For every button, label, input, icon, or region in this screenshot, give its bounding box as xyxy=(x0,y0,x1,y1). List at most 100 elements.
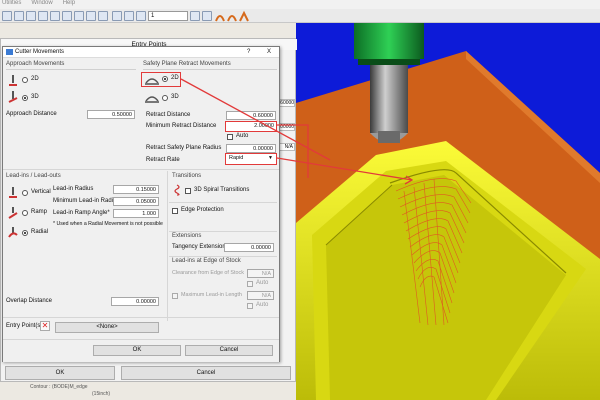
leadin-radius-input[interactable]: 0.15000 xyxy=(113,185,159,194)
overlap-distance-label: Overlap Distance xyxy=(6,298,53,304)
toolbar-button-4[interactable] xyxy=(38,11,48,21)
entry-points-cancel-button[interactable]: Cancel xyxy=(121,366,291,380)
toolbar-combo[interactable]: 1 xyxy=(148,11,188,21)
approach-distance-label: Approach Distance xyxy=(6,111,57,117)
retract-rate-value: Rapid xyxy=(229,155,244,161)
spiral-transitions-checkbox[interactable] xyxy=(185,188,191,194)
retract-distance-label: Retract Distance xyxy=(146,112,191,118)
leadin-note: * Used when a Radial Movement is not pos… xyxy=(53,221,163,227)
ramp-angle-input[interactable]: 1.000 xyxy=(113,209,159,218)
lead-radial-radio[interactable] xyxy=(22,230,28,236)
menu-window[interactable]: Window xyxy=(31,0,52,9)
retract-radius-input[interactable]: 0.00000 xyxy=(226,144,276,153)
clearance-auto-checkbox xyxy=(247,281,253,287)
extensions-group-title: Extensions xyxy=(172,233,202,239)
approach-2d-radio[interactable] xyxy=(22,77,28,83)
overlap-distance-input[interactable]: 0.00000 xyxy=(111,297,159,306)
retract-rate-label: Retract Rate xyxy=(146,157,180,163)
status-line-2: (15inch) xyxy=(92,391,111,397)
clearance-auto-label: Auto xyxy=(256,280,269,286)
retract-distance-input[interactable]: 0.60000 xyxy=(226,111,276,120)
retract-2d-icon xyxy=(145,78,159,85)
help-icon[interactable]: ? xyxy=(247,49,250,55)
lead-ramp-radio[interactable] xyxy=(22,210,28,216)
clear-entry-icon[interactable]: ✕ xyxy=(40,321,50,331)
max-leadin-label: Maximum Lead-in Length xyxy=(181,292,242,298)
part-render xyxy=(296,23,600,400)
clearance-input: N/A xyxy=(247,269,274,278)
edge-stock-group-title: Lead-ins at Edge of Stock xyxy=(172,258,241,264)
approach-2d-label: 2D xyxy=(31,76,39,82)
lead-vertical-radio[interactable] xyxy=(22,190,28,196)
safety-3d-radio[interactable] xyxy=(162,95,168,101)
divider xyxy=(169,202,277,203)
tool-shape-icons[interactable] xyxy=(214,10,258,22)
toolbar-button-9[interactable] xyxy=(98,11,108,21)
lead-radial-label: Radial xyxy=(31,229,49,235)
clearance-label: Clearance from Edge of Stock xyxy=(172,270,244,276)
column-divider xyxy=(167,171,168,321)
toolbar-button-2[interactable] xyxy=(14,11,24,21)
ok-button[interactable]: OK xyxy=(93,345,181,356)
toolbar-button-7[interactable] xyxy=(74,11,84,21)
menu-help[interactable]: Help xyxy=(63,0,75,9)
leadin-radius-label: Lead-in Radius xyxy=(53,186,94,192)
toolbar-button-10[interactable] xyxy=(112,11,122,21)
min-retract-auto-checkbox[interactable] xyxy=(227,134,233,140)
lead-ramp-icon xyxy=(8,207,18,219)
divider xyxy=(169,256,277,257)
edge-protection-label: Edge Protection xyxy=(181,207,224,213)
menu-utilities[interactable]: Utilities xyxy=(2,0,21,9)
approach-3d-icon xyxy=(8,91,18,103)
lead-vertical-label: Vertical xyxy=(31,189,51,195)
toolbar-button-11[interactable] xyxy=(124,11,134,21)
approach-group-title: Approach Movements xyxy=(6,61,65,67)
max-leadin-input: N/A xyxy=(247,291,274,300)
app-icon xyxy=(6,49,13,55)
toolbar-button-6[interactable] xyxy=(62,11,72,21)
safety-2d-radio[interactable] xyxy=(162,76,168,82)
retract-3d-icon xyxy=(145,96,159,103)
approach-2d-icon xyxy=(9,75,17,86)
status-line-1: Contour : (BODE)M_edge xyxy=(30,384,88,390)
close-icon[interactable]: X xyxy=(267,49,271,55)
toolbar-dropdown-2[interactable] xyxy=(202,11,212,21)
cancel-button[interactable]: Cancel xyxy=(185,345,273,356)
chevron-down-icon: ▼ xyxy=(268,155,273,161)
edge-protection-checkbox[interactable] xyxy=(172,208,178,214)
toolbar: 1 xyxy=(0,9,600,23)
cutter-movements-dialog: Cutter Movements ? X Approach Movements … xyxy=(2,46,280,362)
safety-2d-label: 2D xyxy=(171,75,179,81)
ramp-angle-label: Lead-in Ramp Angle* xyxy=(53,210,110,216)
min-leadin-radius-label: Minimum Lead-in Radius xyxy=(53,198,120,204)
retract-rate-select[interactable]: Rapid ▼ xyxy=(225,153,277,165)
dialog-title: Cutter Movements xyxy=(15,49,65,55)
3d-viewport[interactable] xyxy=(296,23,600,400)
toolbar-button-1[interactable] xyxy=(2,11,12,21)
spiral-icon xyxy=(174,184,180,196)
toolbar-dropdown-1[interactable] xyxy=(190,11,200,21)
entry-points-button[interactable]: <None> xyxy=(55,322,159,333)
max-leadin-auto-checkbox xyxy=(247,303,253,309)
max-leadin-checkbox xyxy=(172,293,178,299)
approach-3d-radio[interactable] xyxy=(22,95,28,101)
min-retract-auto-label: Auto xyxy=(236,133,249,139)
approach-3d-label: 3D xyxy=(31,94,39,100)
spiral-transitions-label: 3D Spiral Transitions xyxy=(194,187,250,193)
transitions-group-title: Transitions xyxy=(172,173,202,179)
toolbar-button-3[interactable] xyxy=(26,11,36,21)
toolbar-button-12[interactable] xyxy=(136,11,146,21)
toolbar-button-5[interactable] xyxy=(50,11,60,21)
divider xyxy=(169,231,277,232)
safety-3d-label: 3D xyxy=(171,94,179,100)
divider xyxy=(3,317,279,318)
divider xyxy=(6,69,136,70)
min-retract-input[interactable]: 2.00000 xyxy=(225,121,277,132)
entry-points-ok-button[interactable]: OK xyxy=(5,366,115,380)
tangency-extension-input[interactable]: 0.00000 xyxy=(224,243,274,252)
min-leadin-radius-input[interactable]: 0.05000 xyxy=(113,197,159,206)
lead-vertical-icon xyxy=(9,187,17,198)
max-leadin-auto-label: Auto xyxy=(256,302,269,308)
toolbar-button-8[interactable] xyxy=(86,11,96,21)
approach-distance-input[interactable]: 0.50000 xyxy=(87,110,135,119)
